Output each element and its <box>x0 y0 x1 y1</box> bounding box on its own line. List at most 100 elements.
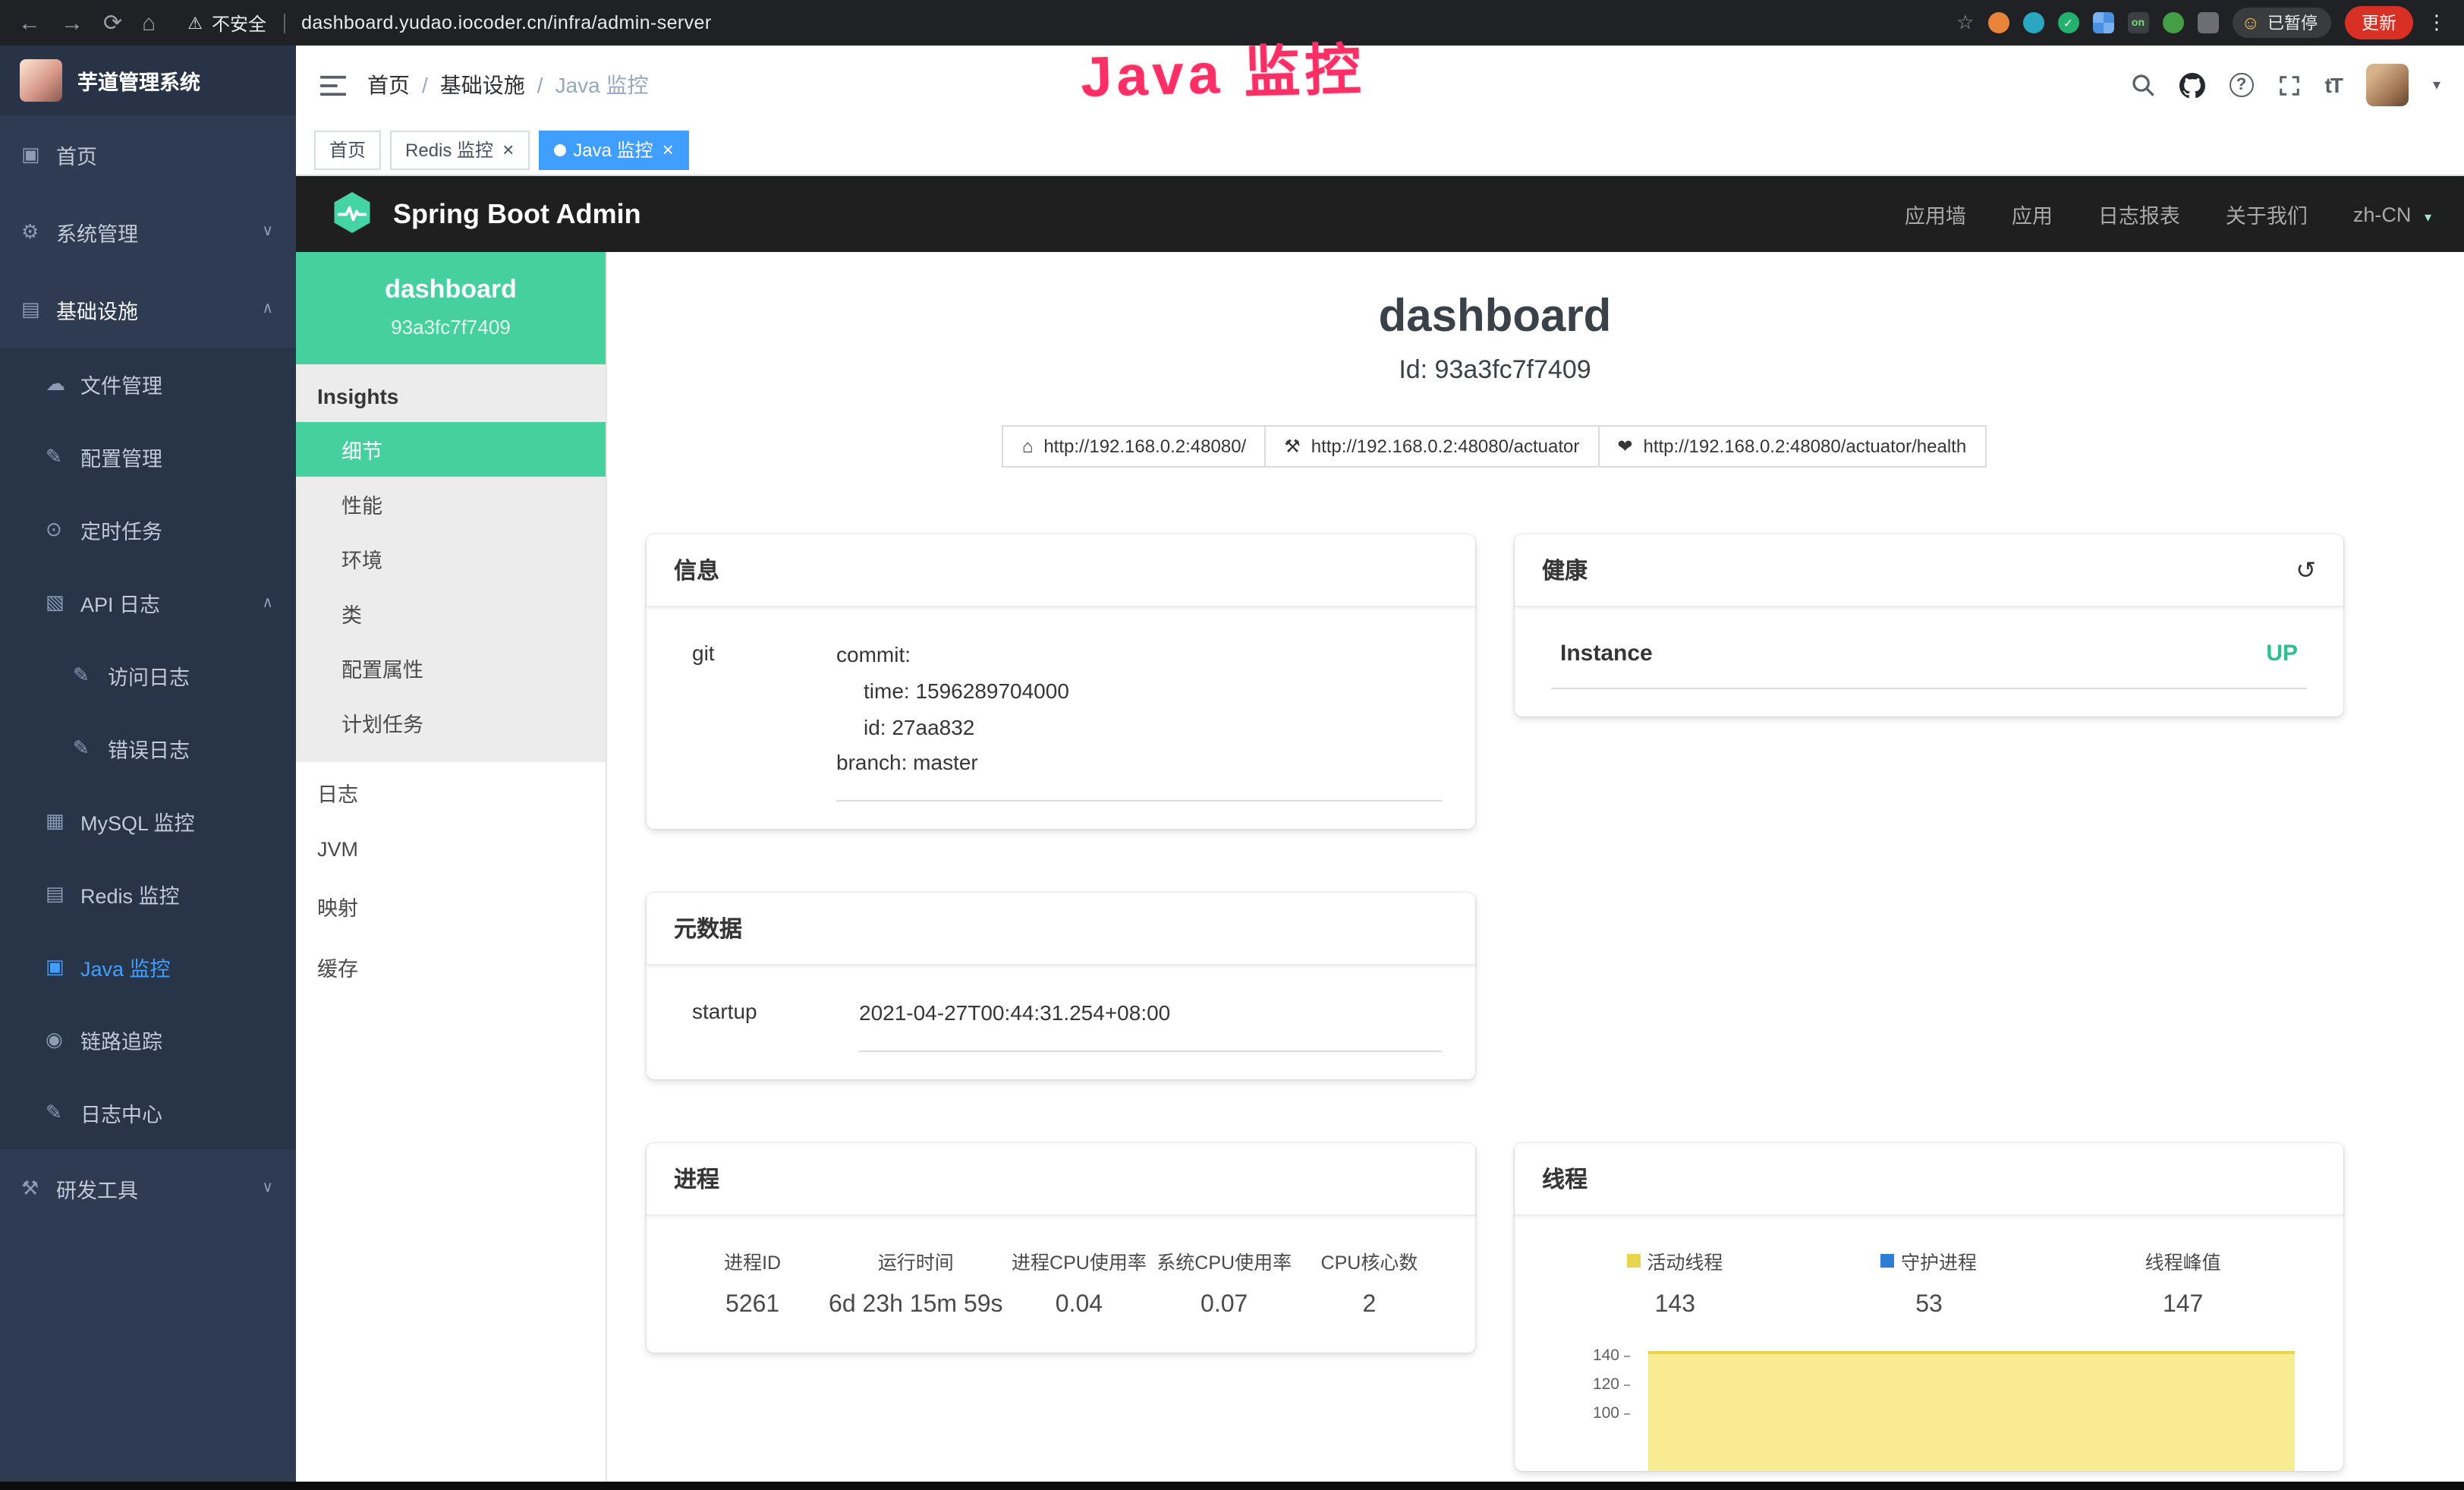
app-logo[interactable]: 芋道管理系统 <box>0 46 296 115</box>
close-icon[interactable]: × <box>662 140 674 159</box>
tools-icon: ⚒ <box>21 1176 56 1200</box>
metric-label: 系统CPU使用率 <box>1152 1246 1297 1275</box>
font-size-icon[interactable]: tT <box>2325 73 2342 97</box>
browser-back-button[interactable]: ← <box>18 11 41 34</box>
browser-forward-button[interactable]: → <box>61 11 83 34</box>
health-url-link[interactable]: ❤ http://192.168.0.2:48080/actuator/heal… <box>1597 425 1986 468</box>
breadcrumb-section[interactable]: 基础设施 <box>440 70 525 100</box>
card-body: git commit: time: 1596289704000 id: 27aa… <box>647 607 1475 829</box>
github-icon[interactable] <box>2179 72 2205 98</box>
sba-menu-configprops[interactable]: 配置属性 <box>296 641 606 695</box>
menu-item-redis[interactable]: ▤ Redis 监控 <box>0 858 296 931</box>
actuator-url-link[interactable]: ⚒ http://192.168.0.2:48080/actuator <box>1264 425 1599 468</box>
service-url-link[interactable]: ⌂ http://192.168.0.2:48080/ <box>1002 425 1266 468</box>
paused-label: 已暂停 <box>2267 11 2318 35</box>
sba-menu-mappings[interactable]: 映射 <box>296 876 606 937</box>
metric-value: 2 <box>1297 1292 1442 1319</box>
nav-journal[interactable]: 日志报表 <box>2098 199 2180 229</box>
link-label: http://192.168.0.2:48080/actuator <box>1311 436 1580 457</box>
tab-home[interactable]: 首页 <box>314 130 381 169</box>
caret-down-icon[interactable]: ▾ <box>2433 77 2440 93</box>
bookmark-star-icon[interactable]: ☆ <box>1956 11 1974 35</box>
menu-item-api-log[interactable]: ▧ API 日志 ∧ <box>0 566 296 639</box>
extension-icon[interactable] <box>1987 12 2009 33</box>
menu-label: 错误日志 <box>108 733 190 764</box>
extension-icon[interactable] <box>2092 12 2113 33</box>
card-header: 元数据 <box>647 893 1475 966</box>
extension-icon[interactable] <box>2022 12 2044 33</box>
extension-icon[interactable] <box>2162 12 2183 33</box>
hamburger-icon[interactable] <box>320 74 346 96</box>
info-row: git commit: time: 1596289704000 id: 27aa… <box>680 635 1442 802</box>
chevron-down-icon: ∨ <box>262 223 273 240</box>
paused-badge[interactable]: ☺ 已暂停 <box>2232 8 2331 38</box>
locale-select[interactable]: zh-CN ▾ <box>2353 203 2431 225</box>
edit-icon: ✎ <box>46 1101 80 1125</box>
menu-item-infra[interactable]: ▤ 基础设施 ∧ <box>0 270 296 348</box>
locale-label: zh-CN <box>2353 203 2412 225</box>
fullscreen-icon[interactable] <box>2278 74 2301 96</box>
menu-item-access-log[interactable]: ✎ 访问日志 <box>0 639 296 712</box>
menu-item-job[interactable]: ⊙ 定时任务 <box>0 493 296 566</box>
menu-item-mysql[interactable]: ▦ MySQL 监控 <box>0 785 296 858</box>
menu-item-trace[interactable]: ◉ 链路追踪 <box>0 1003 296 1076</box>
menu-item-java[interactable]: ▣ Java 监控 <box>0 931 296 1003</box>
live-threads-area <box>1648 1351 2295 1471</box>
sba-menu-classes[interactable]: 类 <box>296 586 606 641</box>
gear-icon: ⚙ <box>21 219 56 244</box>
api-log-submenu: ✎ 访问日志 ✎ 错误日志 <box>0 639 296 785</box>
sba-menu-scheduled-tasks[interactable]: 计划任务 <box>296 695 606 750</box>
metadata-row: startup 2021-04-27T00:44:31.254+08:00 <box>680 993 1442 1052</box>
close-icon[interactable]: × <box>502 140 514 159</box>
process-card: 进程 进程ID 5261 运行时间 6d 23h 15m 59s <box>647 1143 1475 1353</box>
chevron-up-icon: ∧ <box>262 301 273 317</box>
browser-address-bar[interactable]: ⚠ 不安全 dashboard.yudao.iocoder.cn/infra/a… <box>187 10 711 36</box>
menu-item-config[interactable]: ✎ 配置管理 <box>0 421 296 493</box>
tab-redis[interactable]: Redis 监控 × <box>390 130 529 169</box>
menu-label: API 日志 <box>80 587 160 618</box>
help-icon[interactable]: ? <box>2230 73 2254 97</box>
metadata-card: 元数据 startup 2021-04-27T00:44:31.254+08:0… <box>647 893 1475 1079</box>
sba-menu-jvm[interactable]: JVM <box>296 823 606 876</box>
browser-home-button[interactable]: ⌂ <box>142 11 156 34</box>
sba-menu-details[interactable]: 细节 <box>296 422 606 477</box>
menu-item-log-center[interactable]: ✎ 日志中心 <box>0 1076 296 1149</box>
health-card: 健康 ↺ Instance UP <box>1515 534 2343 717</box>
sba-menu-logs[interactable]: 日志 <box>296 762 606 823</box>
card-body: 进程ID 5261 运行时间 6d 23h 15m 59s 进程CPU使用率 0… <box>647 1216 1475 1353</box>
metric-label: CPU核心数 <box>1297 1246 1442 1275</box>
browser-reload-button[interactable]: ⟳ <box>103 11 122 34</box>
search-icon[interactable] <box>2131 73 2155 97</box>
browser-update-button[interactable]: 更新 <box>2345 6 2413 39</box>
history-icon[interactable]: ↺ <box>2296 555 2316 585</box>
sba-menu-metrics[interactable]: 性能 <box>296 477 606 531</box>
menu-item-devtools[interactable]: ⚒ 研发工具 ∨ <box>0 1149 296 1227</box>
nav-about[interactable]: 关于我们 <box>2226 199 2308 229</box>
nav-wallboard[interactable]: 应用墙 <box>1905 199 1966 229</box>
menu-item-error-log[interactable]: ✎ 错误日志 <box>0 712 296 785</box>
sba-menu-environment[interactable]: 环境 <box>296 531 606 586</box>
dashboard-icon: ▣ <box>21 142 56 166</box>
legend-swatch-daemon <box>1881 1254 1895 1268</box>
tab-java[interactable]: Java 监控 × <box>538 130 689 169</box>
menu-item-home[interactable]: ▣ 首页 <box>0 115 296 193</box>
extension-icon[interactable]: on <box>2127 12 2148 33</box>
card-body: startup 2021-04-27T00:44:31.254+08:00 <box>647 966 1475 1079</box>
metric-label: 进程ID <box>680 1246 825 1275</box>
menu-item-system[interactable]: ⚙ 系统管理 ∨ <box>0 193 296 270</box>
extensions-puzzle-icon[interactable] <box>2197 12 2218 33</box>
breadcrumb-home[interactable]: 首页 <box>367 70 410 100</box>
metric-system-cpu: 系统CPU使用率 0.07 <box>1152 1246 1297 1319</box>
nav-applications[interactable]: 应用 <box>2012 199 2053 229</box>
card-title: 元数据 <box>674 912 742 944</box>
sba-menu-caches[interactable]: 缓存 <box>296 937 606 997</box>
breadcrumb-separator: / <box>537 73 543 97</box>
brand-title[interactable]: Spring Boot Admin <box>393 198 641 230</box>
tab-label: Java 监控 <box>573 137 653 162</box>
menu-item-file[interactable]: ☁ 文件管理 <box>0 348 296 421</box>
avatar[interactable] <box>2366 64 2409 106</box>
extension-icon[interactable]: ✓ <box>2057 12 2079 33</box>
metric-pid: 进程ID 5261 <box>680 1246 825 1319</box>
browser-menu-icon[interactable]: ⋮ <box>2427 11 2447 35</box>
log-edit-icon: ✎ <box>73 663 108 688</box>
